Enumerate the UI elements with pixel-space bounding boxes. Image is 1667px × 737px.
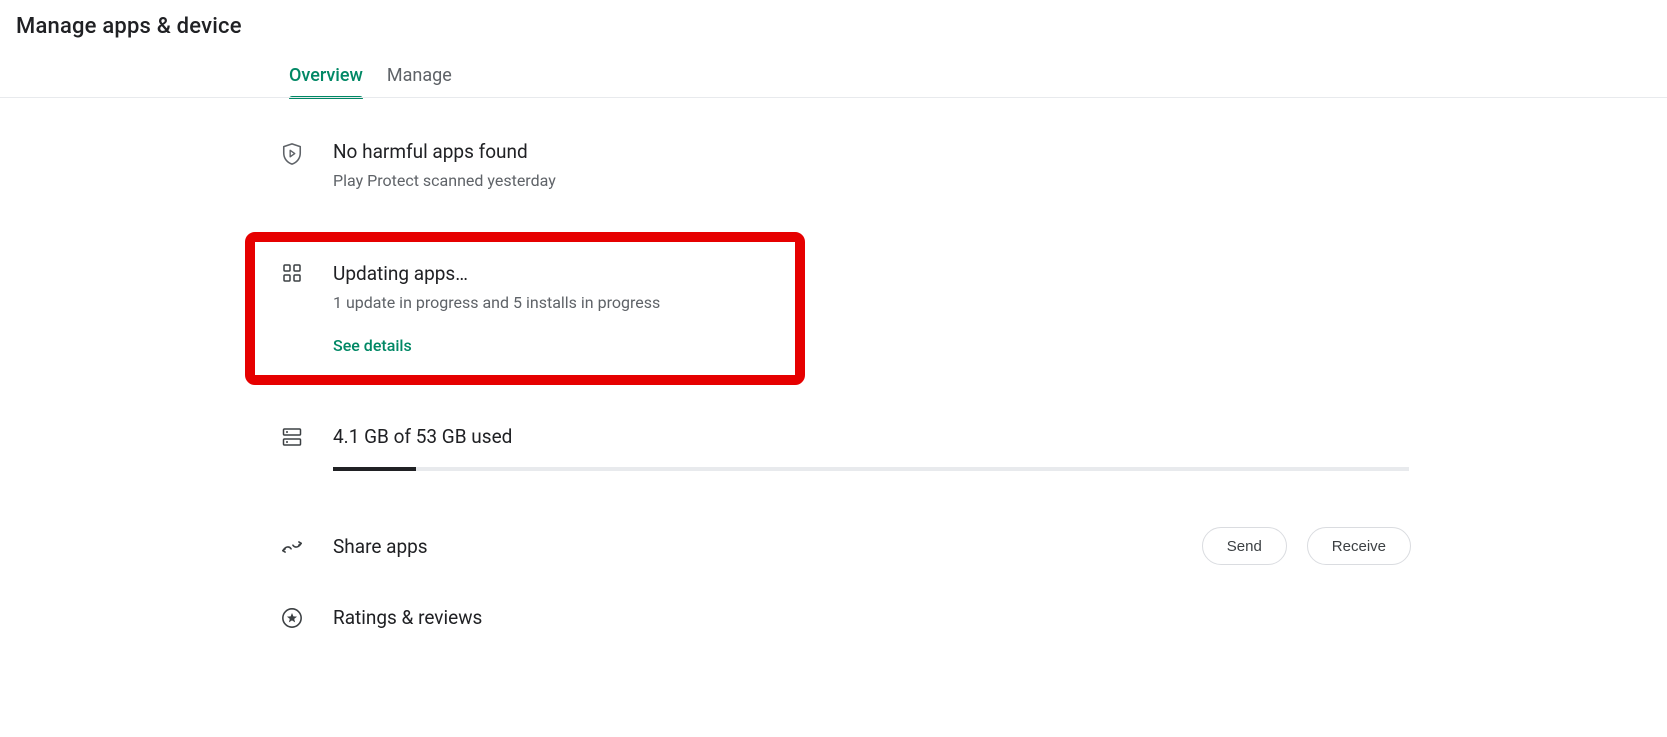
storage-fill	[333, 467, 416, 471]
play-protect-subtitle: Play Protect scanned yesterday	[333, 170, 1411, 192]
see-details-link[interactable]: See details	[333, 336, 767, 355]
storage-bar	[333, 467, 1409, 471]
play-protect-title: No harmful apps found	[333, 140, 1411, 164]
tab-overview[interactable]: Overview	[289, 59, 363, 98]
share-apps-title: Share apps	[333, 535, 428, 558]
storage-row[interactable]: 4.1 GB of 53 GB used	[281, 425, 1411, 471]
star-circle-icon	[281, 607, 303, 629]
receive-button[interactable]: Receive	[1307, 527, 1411, 565]
updates-subtitle: 1 update in progress and 5 installs in p…	[333, 292, 767, 314]
updates-row[interactable]: Updating apps… 1 update in progress and …	[255, 262, 767, 355]
send-button[interactable]: Send	[1202, 527, 1287, 565]
share-icon	[281, 538, 303, 556]
ratings-reviews-title: Ratings & reviews	[333, 606, 482, 629]
updates-title: Updating apps…	[333, 262, 767, 286]
page-title: Manage apps & device	[16, 14, 242, 39]
play-protect-row[interactable]: No harmful apps found Play Protect scann…	[281, 140, 1411, 192]
updates-highlight-box: Updating apps… 1 update in progress and …	[245, 232, 805, 385]
tab-manage[interactable]: Manage	[387, 59, 452, 98]
share-apps-row: Share apps Send Receive	[281, 527, 1411, 565]
apps-grid-icon	[281, 264, 303, 282]
shield-play-icon	[281, 142, 303, 166]
tabs: Overview Manage	[289, 58, 452, 98]
content: No harmful apps found Play Protect scann…	[281, 140, 1411, 629]
tabs-divider	[0, 97, 1667, 98]
storage-icon	[281, 427, 303, 447]
storage-title: 4.1 GB of 53 GB used	[333, 425, 1411, 449]
ratings-reviews-row[interactable]: Ratings & reviews	[281, 605, 1411, 629]
